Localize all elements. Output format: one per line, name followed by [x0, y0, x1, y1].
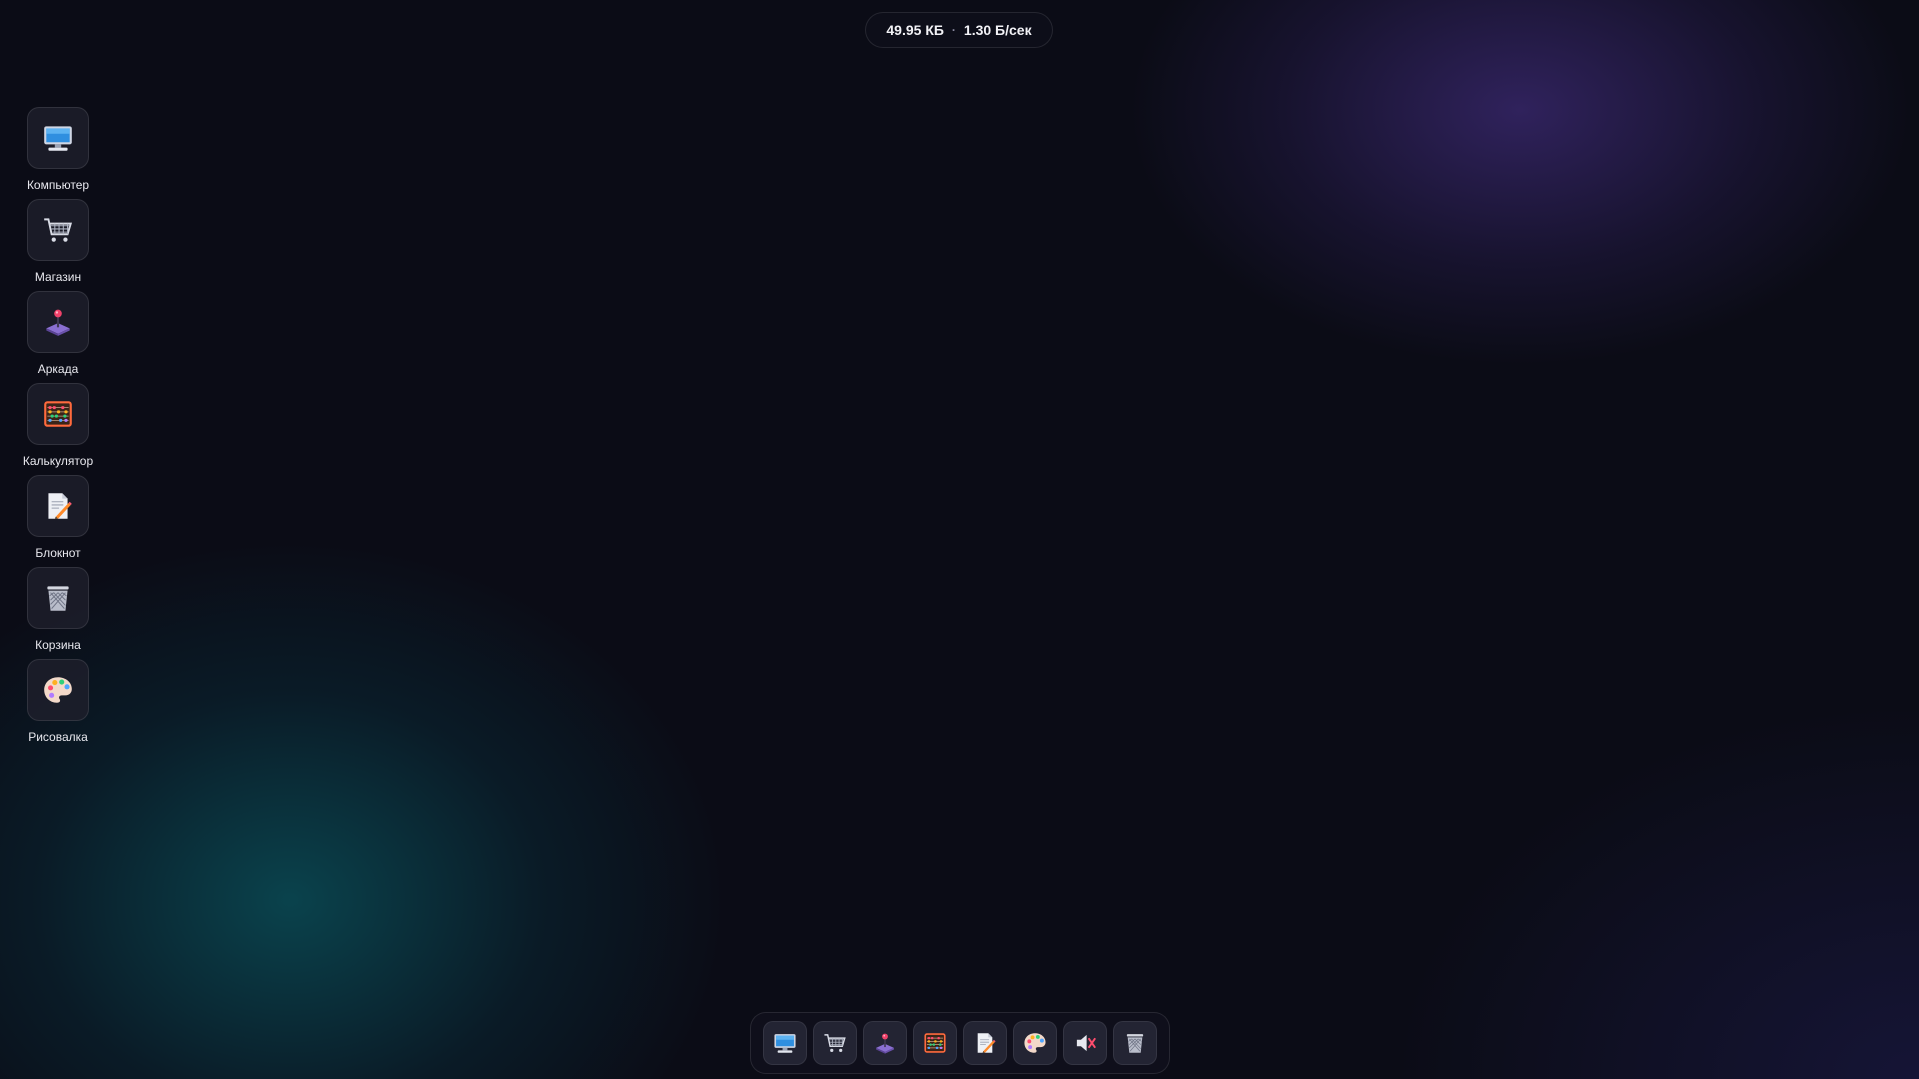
notepad-icon[interactable]: [27, 475, 89, 537]
desktop-icon-calculator[interactable]: Калькулятор: [0, 383, 116, 473]
dock-sound-toggle-button[interactable]: [1063, 1021, 1107, 1065]
separator-dot: ·: [951, 23, 956, 37]
dock-arcade-button[interactable]: [863, 1021, 907, 1065]
network-stats-pill: 49.95 КБ · 1.30 Б/сек: [865, 12, 1053, 48]
joystick-icon: [872, 1030, 898, 1056]
desktop-icon-label: Рисовалка: [28, 730, 88, 744]
computer-icon[interactable]: [27, 107, 89, 169]
desktop-icon-label: Компьютер: [26, 178, 90, 192]
palette-icon[interactable]: [27, 659, 89, 721]
desktop-icon-label: Корзина: [35, 638, 81, 652]
desktop-icon-notepad[interactable]: Блокнот: [0, 475, 116, 565]
shopping-cart-icon: [822, 1030, 848, 1056]
dock-paint-button[interactable]: [1013, 1021, 1057, 1065]
data-size-text: 49.95 КБ: [886, 22, 944, 38]
dock-computer-button[interactable]: [763, 1021, 807, 1065]
dock-store-button[interactable]: [813, 1021, 857, 1065]
joystick-icon[interactable]: [27, 291, 89, 353]
desktop-icon-label: Магазин: [34, 270, 82, 284]
desktop-icon-arcade[interactable]: Аркада: [0, 291, 116, 381]
desktop-icon-store[interactable]: Магазин: [0, 199, 116, 289]
desktop-icon-computer[interactable]: Компьютер: [0, 107, 116, 197]
dock-trash-button[interactable]: [1113, 1021, 1157, 1065]
dock: [750, 1012, 1170, 1074]
desktop-icon-paint[interactable]: Рисовалка: [0, 659, 116, 749]
dock-notepad-button[interactable]: [963, 1021, 1007, 1065]
trash-bin-icon: [1122, 1030, 1148, 1056]
dock-calculator-button[interactable]: [913, 1021, 957, 1065]
desktop-icon-label: Аркада: [37, 362, 79, 376]
shopping-cart-icon[interactable]: [27, 199, 89, 261]
desktop-icon-label: Калькулятор: [22, 454, 94, 468]
abacus-icon: [922, 1030, 948, 1056]
desktop-icon-label: Блокнот: [35, 546, 81, 560]
muted-speaker-icon: [1072, 1030, 1098, 1056]
data-speed-text: 1.30 Б/сек: [963, 22, 1032, 38]
trash-bin-icon[interactable]: [27, 567, 89, 629]
notepad-icon: [972, 1030, 998, 1056]
abacus-icon[interactable]: [27, 383, 89, 445]
palette-icon: [1022, 1030, 1048, 1056]
computer-icon: [772, 1030, 798, 1056]
desktop-icon-trash[interactable]: Корзина: [0, 567, 116, 657]
